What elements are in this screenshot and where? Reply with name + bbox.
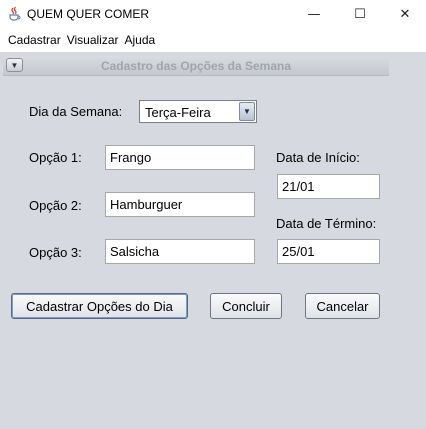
menu-bar: Cadastrar Visualizar Ajuda	[0, 28, 426, 52]
option3-label: Opção 3:	[29, 245, 82, 260]
frame-title: Cadastro das Opções da Semana	[100, 59, 292, 73]
java-coffee-icon	[7, 6, 21, 21]
start-date-label: Data de Início:	[276, 150, 360, 165]
option3-field[interactable]	[105, 239, 255, 264]
end-date-field[interactable]	[277, 239, 380, 264]
start-date-field[interactable]	[277, 174, 380, 199]
day-label: Dia da Semana:	[29, 104, 123, 119]
day-select-value: Terça-Feira	[145, 105, 211, 120]
finish-button[interactable]: Concluir	[210, 293, 282, 319]
day-select[interactable]: Terça-Feira ▼	[139, 100, 257, 123]
window-title: QUEM QUER COMER	[27, 7, 150, 21]
option1-field[interactable]	[105, 145, 255, 170]
menu-visualizar[interactable]: Visualizar	[67, 33, 119, 47]
chevron-down-icon[interactable]: ▼	[239, 102, 255, 121]
internal-frame: ▼ Cadastro das Opções da Semana Dia da S…	[0, 52, 426, 429]
end-date-label: Data de Término:	[276, 216, 377, 231]
title-bar: QUEM QUER COMER — ☐ ✕	[0, 0, 426, 28]
frame-header: ▼ Cadastro das Opções da Semana	[3, 56, 389, 76]
option1-label: Opção 1:	[29, 150, 82, 165]
menu-ajuda[interactable]: Ajuda	[125, 33, 156, 47]
close-button[interactable]: ✕	[382, 0, 426, 28]
option2-label: Opção 2:	[29, 198, 82, 213]
maximize-button[interactable]: ☐	[337, 0, 383, 28]
option2-field[interactable]	[105, 192, 255, 217]
cancel-button[interactable]: Cancelar	[305, 293, 380, 319]
register-options-button[interactable]: Cadastrar Opções do Dia	[11, 293, 188, 319]
menu-cadastrar[interactable]: Cadastrar	[8, 33, 61, 47]
minimize-button[interactable]: —	[291, 0, 337, 28]
